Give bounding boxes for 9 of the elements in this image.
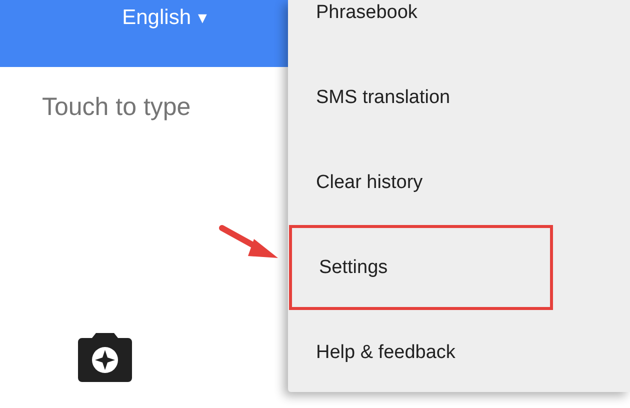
menu-item[interactable]: Help & feedback (288, 310, 630, 392)
menu-item[interactable]: Clear history (288, 140, 630, 225)
caret-icon: ▼ (195, 10, 210, 26)
menu-item[interactable]: SMS translation (288, 55, 630, 140)
menu-item[interactable]: Phrasebook (288, 0, 630, 55)
camera-icon[interactable] (78, 333, 132, 382)
language-selector[interactable]: English ▼ (122, 6, 210, 30)
menu-item[interactable]: Settings (289, 225, 553, 310)
input-field[interactable]: Touch to type (0, 67, 288, 333)
